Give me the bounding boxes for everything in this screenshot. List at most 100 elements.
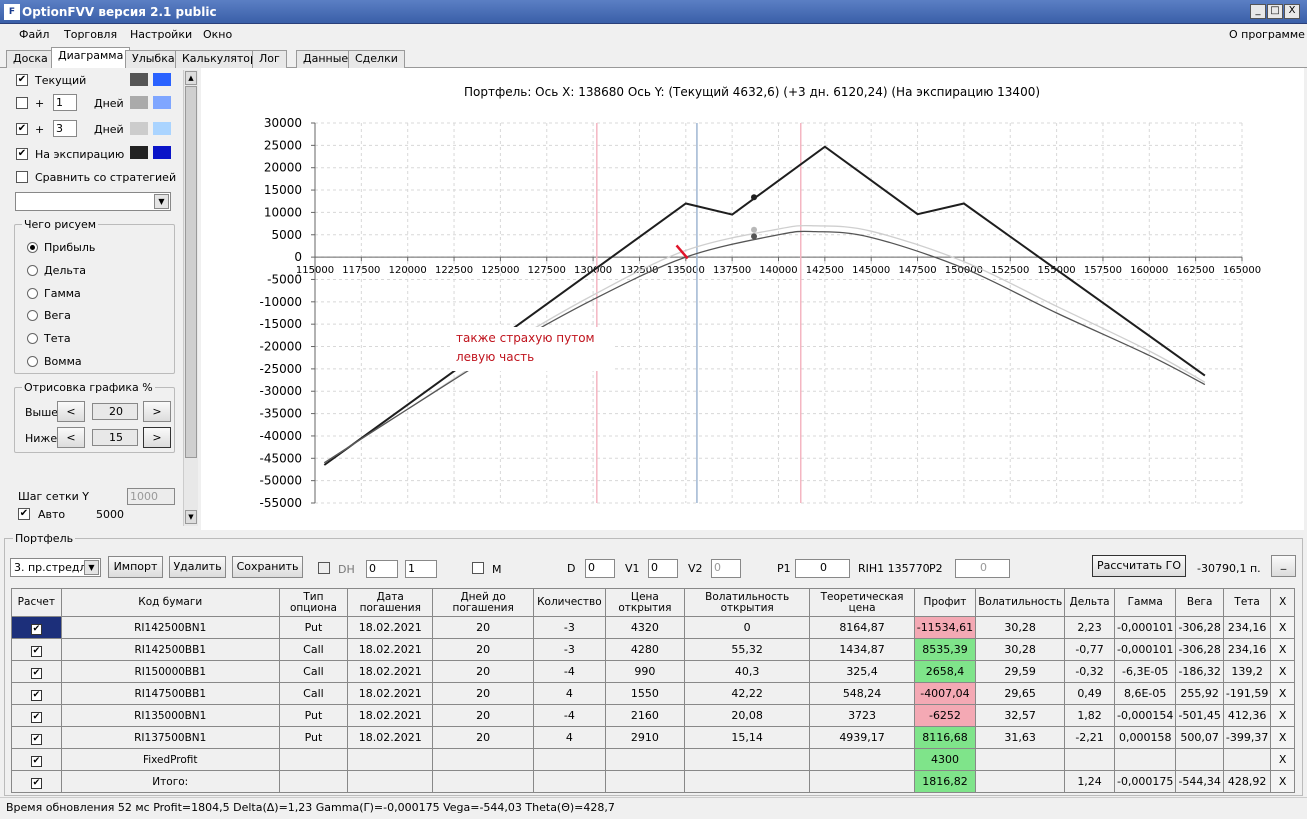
- scroll-thumb[interactable]: [185, 86, 197, 458]
- tab-smile[interactable]: Улыбка: [125, 50, 182, 68]
- radio-gamma[interactable]: [27, 288, 38, 299]
- tab-diagram[interactable]: Диаграмма: [51, 47, 131, 69]
- chevron-down-icon[interactable]: ▼: [84, 560, 99, 575]
- days2-checkbox[interactable]: ✔: [16, 123, 28, 135]
- maximize-button[interactable]: □: [1267, 4, 1283, 19]
- collapse-button[interactable]: _: [1271, 555, 1296, 577]
- m-checkbox[interactable]: [472, 562, 484, 574]
- strategy-select[interactable]: 3. пр.стредл ▼: [10, 558, 101, 577]
- column-header[interactable]: Волатильность открытия: [683, 588, 811, 617]
- expiry-checkbox[interactable]: ✔: [16, 148, 28, 160]
- table-row[interactable]: ✔ FixedProfit 4300 X: [11, 748, 1295, 771]
- tab-board[interactable]: Доска: [6, 50, 55, 68]
- current-checkbox[interactable]: ✔: [16, 74, 28, 86]
- checkmark-icon[interactable]: ✔: [30, 755, 42, 767]
- column-header[interactable]: Дней до погашения: [432, 588, 534, 617]
- scroll-up-icon[interactable]: ▲: [185, 71, 197, 85]
- minimize-button[interactable]: _: [1250, 4, 1266, 19]
- column-header[interactable]: Количество: [532, 588, 606, 617]
- days1-color-swatch[interactable]: [130, 96, 148, 109]
- days1-color-swatch-2[interactable]: [153, 96, 171, 109]
- remove-row-button[interactable]: X: [1270, 726, 1295, 749]
- v1-input[interactable]: 0: [648, 559, 678, 578]
- table-row[interactable]: ✔ RI147500BB1 Call 18.02.2021 20 4 1550 42,22 54…: [11, 682, 1295, 705]
- column-header[interactable]: Тип опциона: [278, 588, 349, 617]
- menu-about[interactable]: О программе: [1229, 28, 1305, 41]
- checkmark-icon[interactable]: ✔: [30, 689, 42, 701]
- column-header[interactable]: Гамма: [1113, 588, 1177, 617]
- column-header[interactable]: Тета: [1222, 588, 1272, 617]
- tab-log[interactable]: Лог: [252, 50, 287, 68]
- remove-row-button[interactable]: X: [1270, 660, 1295, 683]
- scroll-down-icon[interactable]: ▼: [185, 510, 197, 524]
- remove-row-button[interactable]: X: [1270, 770, 1295, 793]
- tab-data[interactable]: Данные: [296, 50, 356, 68]
- p2-input[interactable]: 0: [955, 559, 1010, 578]
- dh-spin-2[interactable]: 1: [405, 560, 437, 578]
- column-header[interactable]: Вега: [1175, 588, 1224, 617]
- column-header[interactable]: Расчет: [11, 588, 62, 617]
- below-decrease-button[interactable]: <: [57, 427, 85, 448]
- column-header[interactable]: Волатильность: [975, 588, 1066, 617]
- payoff-chart[interactable]: Портфель: Ось X: 138680 Ось Y: (Текущий …: [201, 68, 1304, 530]
- d-input[interactable]: 0: [585, 559, 615, 578]
- row-calc-checkbox[interactable]: ✔: [11, 770, 62, 793]
- left-panel-scrollbar[interactable]: ▲ ▼: [183, 70, 198, 526]
- checkmark-icon[interactable]: ✔: [30, 667, 42, 679]
- row-calc-checkbox[interactable]: ✔: [11, 616, 62, 639]
- table-row[interactable]: ✔ RI135000BN1 Put 18.02.2021 20 -4 2160 20,08 37…: [11, 704, 1295, 727]
- column-header[interactable]: Теоретическая цена: [809, 588, 915, 617]
- dh-checkbox[interactable]: [318, 562, 330, 574]
- expiry-color-swatch[interactable]: [130, 146, 148, 159]
- days2-color-swatch-2[interactable]: [153, 122, 171, 135]
- column-header[interactable]: Дата погашения: [347, 588, 434, 617]
- column-header[interactable]: Профит: [913, 588, 977, 617]
- table-row[interactable]: ✔ RI137500BN1 Put 18.02.2021 20 4 2910 15,14 493…: [11, 726, 1295, 749]
- compare-checkbox[interactable]: [16, 171, 28, 183]
- table-row[interactable]: ✔ Итого: 1816,82 1,24 -0,000175 -544,34 428,92…: [11, 770, 1295, 793]
- menu-file[interactable]: Файл: [19, 28, 49, 41]
- days2-input[interactable]: 3: [53, 120, 77, 137]
- table-row[interactable]: ✔ RI142500BN1 Put 18.02.2021 20 -3 4320 0 8164,8…: [11, 616, 1295, 639]
- checkmark-icon[interactable]: ✔: [30, 623, 42, 635]
- v2-input[interactable]: 0: [711, 559, 741, 578]
- tab-deals[interactable]: Сделки: [348, 50, 405, 68]
- import-button[interactable]: Импорт: [108, 556, 163, 578]
- radio-theta[interactable]: [27, 333, 38, 344]
- remove-row-button[interactable]: X: [1270, 638, 1295, 661]
- above-decrease-button[interactable]: <: [57, 401, 85, 422]
- days2-color-swatch[interactable]: [130, 122, 148, 135]
- current-color-swatch-2[interactable]: [153, 73, 171, 86]
- checkmark-icon[interactable]: ✔: [30, 777, 42, 789]
- delete-button[interactable]: Удалить: [169, 556, 226, 578]
- column-header[interactable]: X: [1270, 588, 1295, 617]
- remove-row-button[interactable]: X: [1270, 682, 1295, 705]
- column-header[interactable]: Дельта: [1064, 588, 1115, 617]
- remove-row-button[interactable]: X: [1270, 704, 1295, 727]
- calculate-go-button[interactable]: Рассчитать ГО: [1092, 555, 1186, 577]
- checkmark-icon[interactable]: ✔: [30, 733, 42, 745]
- close-button[interactable]: X: [1284, 4, 1300, 19]
- radio-vega[interactable]: [27, 310, 38, 321]
- days1-checkbox[interactable]: [16, 97, 28, 109]
- radio-delta[interactable]: [27, 265, 38, 276]
- chevron-down-icon[interactable]: ▼: [154, 194, 169, 209]
- menu-trading[interactable]: Торговля: [64, 28, 117, 41]
- remove-row-button[interactable]: X: [1270, 748, 1295, 771]
- row-calc-checkbox[interactable]: ✔: [11, 726, 62, 749]
- remove-row-button[interactable]: X: [1270, 616, 1295, 639]
- p1-input[interactable]: 0: [795, 559, 850, 578]
- tab-calculator[interactable]: Калькулятор: [175, 50, 264, 68]
- checkmark-icon[interactable]: ✔: [30, 711, 42, 723]
- row-calc-checkbox[interactable]: ✔: [11, 682, 62, 705]
- row-calc-checkbox[interactable]: ✔: [11, 660, 62, 683]
- current-color-swatch[interactable]: [130, 73, 148, 86]
- radio-vomma[interactable]: [27, 356, 38, 367]
- table-row[interactable]: ✔ RI150000BB1 Call 18.02.2021 20 -4 990 40,3 325…: [11, 660, 1295, 683]
- row-calc-checkbox[interactable]: ✔: [11, 638, 62, 661]
- menu-window[interactable]: Окно: [203, 28, 232, 41]
- column-header[interactable]: Цена открытия: [604, 588, 685, 617]
- radio-profit[interactable]: [27, 242, 38, 253]
- grid-step-input[interactable]: 1000: [127, 488, 175, 505]
- checkmark-icon[interactable]: ✔: [30, 645, 42, 657]
